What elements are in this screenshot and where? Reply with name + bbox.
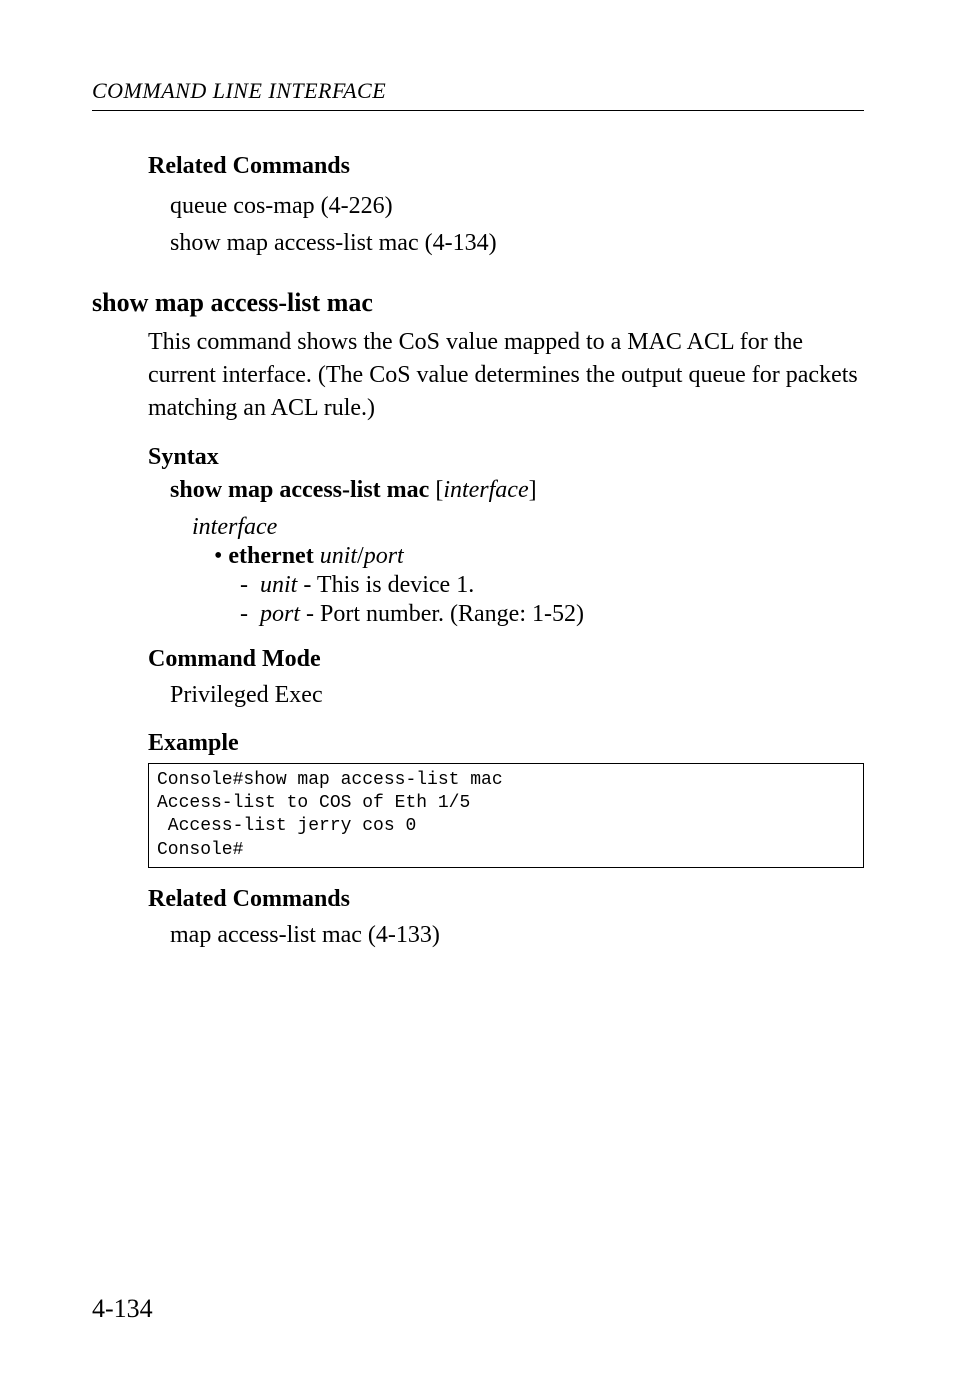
related-commands-heading-2: Related Commands [148,886,864,913]
running-header: COMMAND LINE INTERFACE [92,78,864,111]
port-word-2: port [260,601,300,627]
slash: / [357,543,364,569]
port-desc-prefix: - [300,601,320,627]
port-desc: Port number. (Range: 1-52) [320,601,584,627]
unit-word-2: unit [260,572,297,598]
related-cmd-line-3: map access-list mac (4-133) [170,919,864,952]
unit-desc-prefix: - [297,572,317,598]
syntax-heading: Syntax [148,444,864,471]
unit-word-1: unit [320,543,357,569]
interface-param: interface [192,514,864,541]
console-output: Console#show map access-list mac Access-… [148,763,864,869]
command-mode-value: Privileged Exec [170,679,864,712]
syntax-line: show map access-list mac [interface] [170,477,864,504]
unit-desc: This is device 1. [317,572,474,598]
syntax-interface-italic: interface [443,477,528,503]
ethernet-bullet: • ethernet unit/port [214,543,864,570]
example-heading: Example [148,730,864,757]
ethernet-label: ethernet [228,543,313,569]
unit-desc-line: - unit - This is device 1. [240,572,864,599]
command-title: show map access-list mac [92,288,864,318]
related-cmd-line-1: queue cos-map (4-226) [170,190,864,223]
syntax-bracket-close: ] [529,477,537,503]
related-commands-heading-1: Related Commands [148,153,864,180]
command-description: This command shows the CoS value mapped … [148,326,864,425]
related-cmd-line-2: show map access-list mac (4-134) [170,227,864,260]
page-number: 4-134 [92,1294,153,1324]
port-desc-line: - port - Port number. (Range: 1-52) [240,601,864,628]
syntax-bracket-open: [ [429,477,443,503]
port-word-1: port [364,543,404,569]
syntax-bold: show map access-list mac [170,477,429,503]
command-mode-heading: Command Mode [148,646,864,673]
